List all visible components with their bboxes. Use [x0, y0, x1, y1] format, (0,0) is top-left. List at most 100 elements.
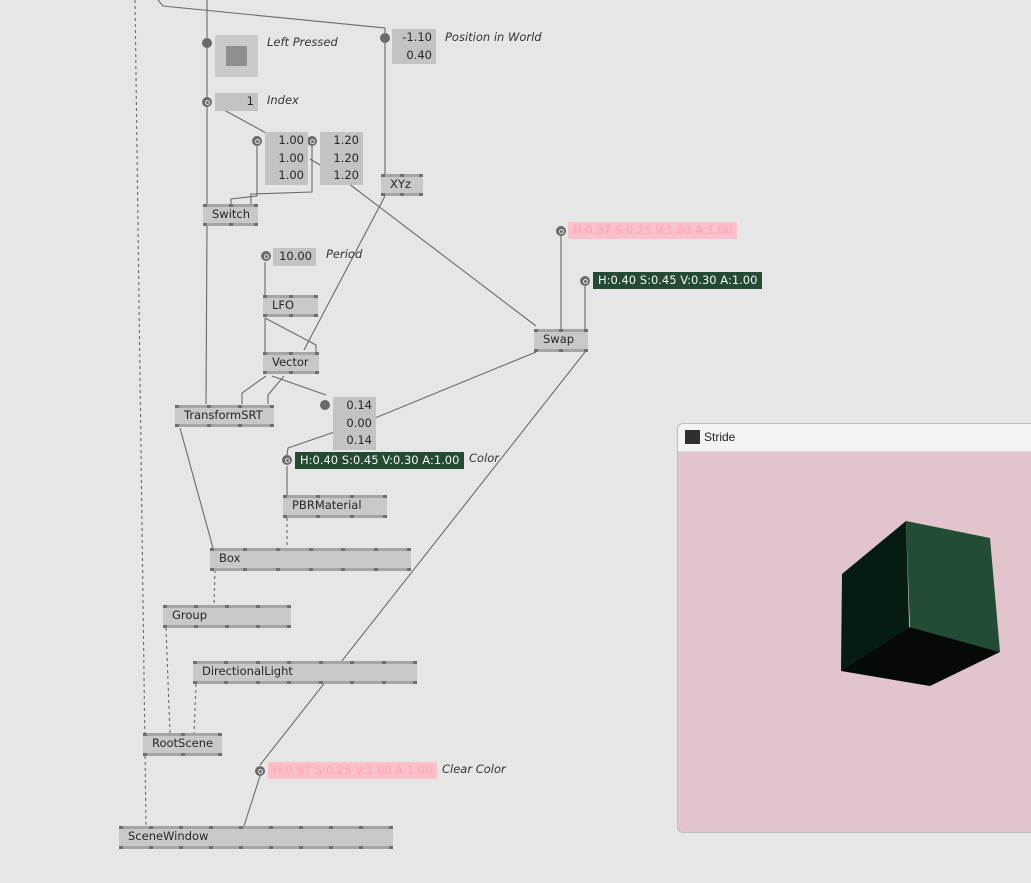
- vector-a-iobox[interactable]: 1.00 1.00 1.00: [265, 132, 308, 185]
- node-pin[interactable]: [389, 826, 393, 829]
- node-pin[interactable]: [299, 846, 303, 849]
- node-pin[interactable]: [400, 174, 404, 177]
- clear-color-iobox[interactable]: H:0.97 S:0.25 V:1.00 A:1.00: [268, 762, 438, 779]
- node-pin[interactable]: [238, 424, 242, 427]
- node-pin[interactable]: [269, 846, 273, 849]
- node-pin[interactable]: [163, 605, 167, 608]
- node-pin[interactable]: [175, 405, 179, 408]
- node-pin[interactable]: [289, 295, 293, 298]
- node-pin[interactable]: [256, 605, 260, 608]
- node-pin[interactable]: [350, 681, 354, 684]
- node-pin[interactable]: [256, 625, 260, 628]
- node-pin[interactable]: [400, 193, 404, 196]
- node-pin[interactable]: [175, 424, 179, 427]
- node-pin[interactable]: [270, 405, 274, 408]
- lfo-node[interactable]: LFO: [263, 295, 318, 317]
- node-pin[interactable]: [194, 605, 198, 608]
- box-node[interactable]: Box: [210, 548, 411, 571]
- node-pin[interactable]: [314, 295, 318, 298]
- node-pin[interactable]: [238, 405, 242, 408]
- pink-color-iobox[interactable]: H:0.97 S:0.25 V:1.00 A:1.00: [568, 222, 738, 239]
- small-vector-iobox[interactable]: 0.14 0.00 0.14: [333, 397, 376, 450]
- node-pin[interactable]: [309, 568, 313, 571]
- node-pin[interactable]: [287, 625, 291, 628]
- pin-pad[interactable]: [320, 400, 330, 410]
- node-pin[interactable]: [243, 568, 247, 571]
- node-pin[interactable]: [289, 371, 293, 374]
- window-titlebar[interactable]: Stride: [678, 424, 1031, 452]
- node-pin[interactable]: [210, 568, 214, 571]
- node-pin[interactable]: [181, 753, 185, 756]
- node-pin[interactable]: [350, 661, 354, 664]
- vector-b-iobox[interactable]: 1.20 1.20 1.20: [320, 132, 363, 185]
- node-pin[interactable]: [224, 661, 228, 664]
- node-pin[interactable]: [143, 753, 147, 756]
- node-pin[interactable]: [225, 605, 229, 608]
- node-pin[interactable]: [287, 661, 291, 664]
- node-pin[interactable]: [359, 826, 363, 829]
- group-node[interactable]: Group: [163, 605, 291, 628]
- node-pin[interactable]: [289, 314, 293, 317]
- node-pin[interactable]: [179, 826, 183, 829]
- node-pin[interactable]: [584, 349, 588, 352]
- node-pin[interactable]: [283, 515, 287, 518]
- node-pin[interactable]: [383, 495, 387, 498]
- node-pin[interactable]: [383, 515, 387, 518]
- node-pin[interactable]: [350, 515, 354, 518]
- node-pin[interactable]: [381, 193, 385, 196]
- green-color-iobox[interactable]: H:0.40 S:0.45 V:0.30 A:1.00: [593, 272, 763, 289]
- node-pin[interactable]: [149, 826, 153, 829]
- swap-node[interactable]: Swap: [534, 329, 588, 352]
- transform-srt-node[interactable]: TransformSRT: [175, 405, 274, 427]
- vector-node[interactable]: Vector: [263, 352, 319, 374]
- pin-pad[interactable]: [252, 136, 262, 146]
- node-pin[interactable]: [207, 405, 211, 408]
- node-pin[interactable]: [254, 204, 258, 207]
- node-pin[interactable]: [243, 548, 247, 551]
- node-pin[interactable]: [381, 174, 385, 177]
- pin-pad[interactable]: [261, 251, 271, 261]
- node-pin[interactable]: [389, 846, 393, 849]
- node-pin[interactable]: [193, 681, 197, 684]
- node-pin[interactable]: [210, 548, 214, 551]
- node-pin[interactable]: [315, 352, 319, 355]
- node-pin[interactable]: [193, 661, 197, 664]
- pin-pad[interactable]: [282, 455, 292, 465]
- scene-window-node[interactable]: SceneWindow: [119, 826, 393, 849]
- node-pin[interactable]: [119, 846, 123, 849]
- node-pin[interactable]: [407, 568, 411, 571]
- node-pin[interactable]: [315, 371, 319, 374]
- node-pin[interactable]: [179, 846, 183, 849]
- node-pin[interactable]: [341, 568, 345, 571]
- node-pin[interactable]: [534, 349, 538, 352]
- node-pin[interactable]: [329, 846, 333, 849]
- node-pin[interactable]: [270, 424, 274, 427]
- node-pin[interactable]: [149, 846, 153, 849]
- node-pin[interactable]: [309, 548, 313, 551]
- node-pin[interactable]: [263, 371, 267, 374]
- node-pin[interactable]: [163, 625, 167, 628]
- switch-node[interactable]: Switch: [203, 204, 258, 226]
- pin-pad[interactable]: [556, 226, 566, 236]
- node-pin[interactable]: [559, 329, 563, 332]
- node-pin[interactable]: [218, 753, 222, 756]
- pin-pad[interactable]: [380, 33, 390, 43]
- node-pin[interactable]: [225, 625, 229, 628]
- left-pressed-toggle[interactable]: [215, 35, 258, 77]
- node-pin[interactable]: [319, 681, 323, 684]
- node-pin[interactable]: [584, 329, 588, 332]
- period-iobox[interactable]: 10.00: [273, 248, 316, 266]
- pbr-material-node[interactable]: PBRMaterial: [283, 495, 387, 518]
- position-iobox[interactable]: -1.10 0.40: [392, 29, 436, 64]
- root-scene-node[interactable]: RootScene: [143, 733, 222, 756]
- node-pin[interactable]: [256, 661, 260, 664]
- node-pin[interactable]: [181, 733, 185, 736]
- node-pin[interactable]: [359, 846, 363, 849]
- node-pin[interactable]: [207, 424, 211, 427]
- node-pin[interactable]: [341, 548, 345, 551]
- node-pin[interactable]: [287, 605, 291, 608]
- node-pin[interactable]: [299, 826, 303, 829]
- node-pin[interactable]: [254, 223, 258, 226]
- pin-pad[interactable]: [580, 276, 590, 286]
- node-pin[interactable]: [239, 846, 243, 849]
